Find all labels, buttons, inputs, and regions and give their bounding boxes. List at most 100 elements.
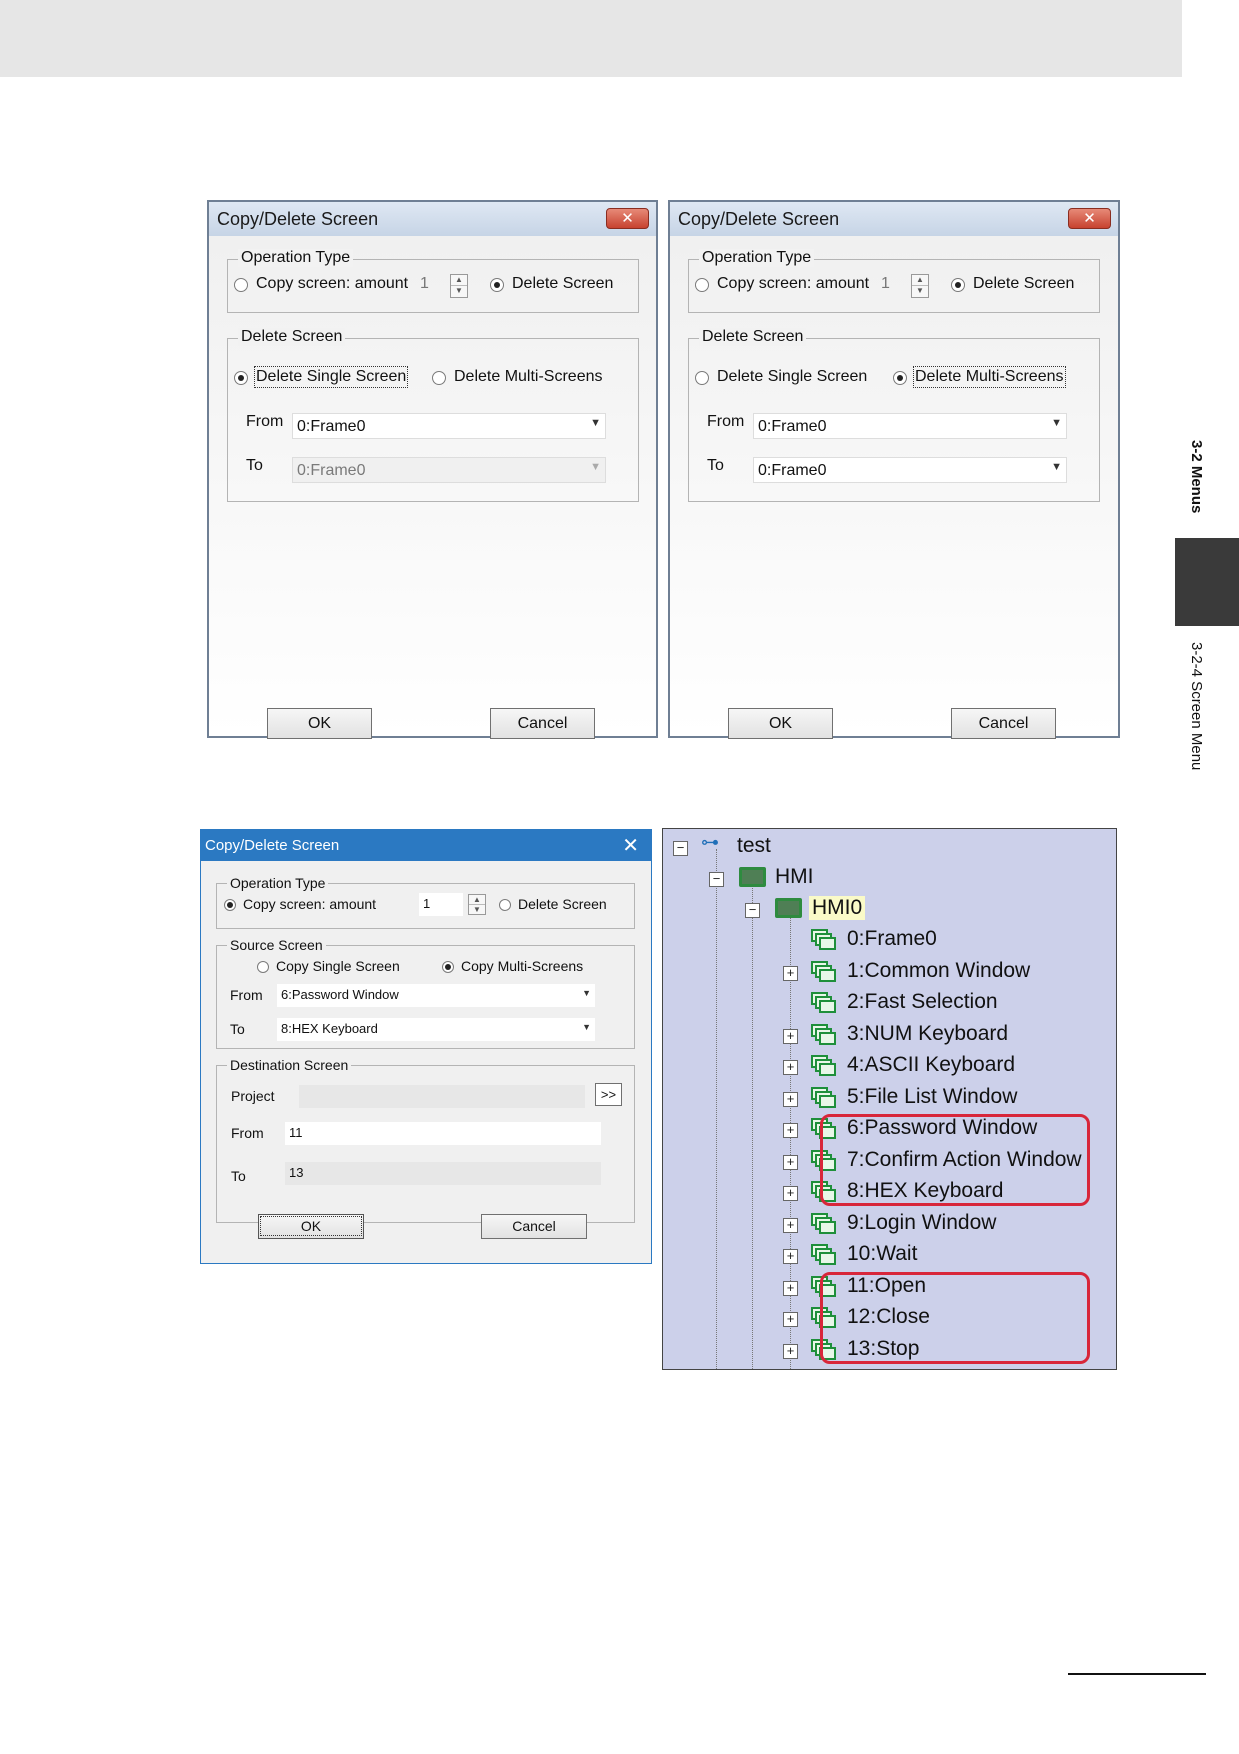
copy-multi-radio[interactable]: [442, 961, 454, 973]
expand-icon[interactable]: +: [783, 1028, 798, 1044]
dialog-delete-single: Copy/Delete Screen ✕ Operation Type Copy…: [207, 200, 658, 739]
tree-node-screen[interactable]: +9:Login Window: [663, 1209, 1113, 1239]
cancel-button[interactable]: Cancel: [490, 708, 595, 739]
tree-node-screen[interactable]: 2:Fast Selection: [663, 988, 1113, 1018]
ok-button[interactable]: OK: [258, 1214, 364, 1239]
close-icon[interactable]: ✕: [622, 833, 639, 858]
screen-icon: [811, 1055, 837, 1077]
delete-screen-radio[interactable]: [951, 278, 965, 292]
tree-node-screen[interactable]: +4:ASCII Keyboard: [663, 1051, 1113, 1081]
expand-icon[interactable]: +: [783, 1060, 798, 1075]
copy-screen-radio[interactable]: [234, 278, 248, 292]
delete-screen-radio[interactable]: [499, 899, 511, 911]
dest-from-label: From: [231, 1125, 264, 1141]
delete-screen-radio[interactable]: [490, 278, 504, 292]
copy-screen-radio[interactable]: [224, 899, 236, 911]
destination-screen-group: Destination Screen Project >> From 11 To…: [216, 1057, 635, 1223]
copy-multi-label: Copy Multi-Screens: [461, 958, 584, 974]
dest-from-input[interactable]: 11: [285, 1122, 601, 1145]
dialog-title: Copy/Delete Screen: [205, 837, 340, 854]
copy-screen-label: Copy screen: amount: [256, 275, 409, 292]
delete-multi-radio[interactable]: [893, 371, 907, 385]
tree-node-screen[interactable]: 0:Frame0: [663, 925, 1113, 955]
tree-node-hmi[interactable]: − HMI: [663, 863, 1113, 893]
delete-single-radio[interactable]: [695, 371, 709, 385]
tree-node-label: HMI0: [809, 896, 866, 920]
to-label: To: [230, 1021, 245, 1037]
tree-node-label: 4:ASCII Keyboard: [847, 1053, 1016, 1076]
group-label: Operation Type: [699, 249, 815, 267]
section-tab-marker: [1175, 538, 1239, 626]
dialog-title-bar: Copy/Delete Screen ✕: [670, 202, 1118, 236]
expand-icon[interactable]: +: [783, 1217, 798, 1233]
collapse-icon[interactable]: −: [745, 903, 760, 918]
amount-value[interactable]: 1: [881, 275, 890, 293]
expand-icon[interactable]: +: [783, 1186, 798, 1201]
tree-node-label: 5:File List Window: [847, 1084, 1018, 1108]
amount-spinner[interactable]: ▲ ▼: [468, 894, 486, 915]
tree-node-screen[interactable]: +3:NUM Keyboard: [663, 1020, 1113, 1050]
close-icon[interactable]: ✕: [606, 208, 649, 229]
collapse-icon[interactable]: −: [673, 841, 688, 856]
expand-icon[interactable]: +: [783, 965, 798, 981]
from-select[interactable]: 6:Password Window ▼: [277, 984, 595, 1007]
expand-icon[interactable]: +: [783, 1091, 798, 1107]
tree-node-hmi0[interactable]: − HMI0: [663, 894, 1113, 924]
tree-node-label: HMI: [775, 865, 814, 888]
expand-icon[interactable]: +: [783, 1249, 798, 1264]
from-label: From: [246, 413, 284, 430]
operation-type-group: Operation Type Copy screen: amount 1 ▲ ▼ …: [688, 249, 1100, 313]
delete-multi-radio[interactable]: [432, 371, 446, 385]
delete-single-radio[interactable]: [234, 371, 248, 385]
dialog-body: Operation Type Copy screen: amount 1 ▲ ▼ …: [209, 236, 656, 739]
ok-button[interactable]: OK: [267, 708, 372, 739]
group-label: Destination Screen: [227, 1057, 352, 1073]
header-band: [0, 0, 1182, 77]
tree-node-label: 1:Common Window: [847, 958, 1031, 982]
tree-node-label: 10:Wait: [847, 1242, 918, 1265]
to-label: To: [246, 457, 263, 474]
dest-to-label: To: [231, 1168, 246, 1184]
monitor-icon: [775, 898, 802, 918]
from-select[interactable]: 0:Frame0 ▼: [753, 413, 1067, 439]
group-label: Source Screen: [227, 937, 326, 953]
from-label: From: [707, 413, 745, 430]
amount-input[interactable]: 1: [419, 893, 463, 916]
chevron-down-icon: ▼: [590, 461, 601, 473]
browse-button[interactable]: >>: [595, 1083, 622, 1106]
amount-spinner[interactable]: ▲ ▼: [911, 274, 929, 298]
tree-node-root[interactable]: − ⊶ test: [663, 832, 1113, 862]
chevron-down-icon: ▼: [582, 1022, 591, 1032]
from-select[interactable]: 0:Frame0 ▼: [292, 413, 606, 439]
close-icon[interactable]: ✕: [1068, 208, 1111, 229]
dialog-delete-multi: Copy/Delete Screen ✕ Operation Type Copy…: [668, 200, 1120, 739]
to-select[interactable]: 0:Frame0 ▼: [753, 457, 1067, 483]
cancel-button[interactable]: Cancel: [951, 708, 1056, 739]
tree-node-screen[interactable]: +1:Common Window: [663, 957, 1113, 987]
tree-node-screen[interactable]: +5:File List Window: [663, 1083, 1113, 1113]
cancel-button[interactable]: Cancel: [481, 1214, 587, 1239]
copy-single-radio[interactable]: [257, 961, 269, 973]
to-label: To: [707, 457, 724, 474]
dest-from-value: 11: [289, 1125, 303, 1140]
monitor-icon: [739, 867, 766, 887]
expand-icon[interactable]: +: [783, 1343, 798, 1359]
tree-node-screen[interactable]: +10:Wait: [663, 1240, 1113, 1270]
to-select[interactable]: 8:HEX Keyboard ▼: [277, 1018, 595, 1041]
tree-node-label: 2:Fast Selection: [847, 990, 998, 1013]
expand-icon[interactable]: +: [783, 1123, 798, 1138]
ok-button[interactable]: OK: [728, 708, 833, 739]
tree-node-label: 3:NUM Keyboard: [847, 1021, 1009, 1045]
to-select-value: 8:HEX Keyboard: [281, 1021, 378, 1036]
to-select-value: 0:Frame0: [297, 462, 366, 479]
delete-multi-label: Delete Multi-Screens: [454, 368, 603, 385]
copy-screen-radio[interactable]: [695, 278, 709, 292]
expand-icon[interactable]: +: [783, 1280, 798, 1296]
screen-icon: [811, 929, 837, 951]
amount-spinner[interactable]: ▲ ▼: [450, 274, 468, 298]
collapse-icon[interactable]: −: [709, 872, 724, 887]
expand-icon[interactable]: +: [783, 1154, 798, 1170]
amount-value[interactable]: 1: [420, 275, 429, 293]
group-label: Operation Type: [238, 249, 354, 267]
expand-icon[interactable]: +: [783, 1312, 798, 1327]
